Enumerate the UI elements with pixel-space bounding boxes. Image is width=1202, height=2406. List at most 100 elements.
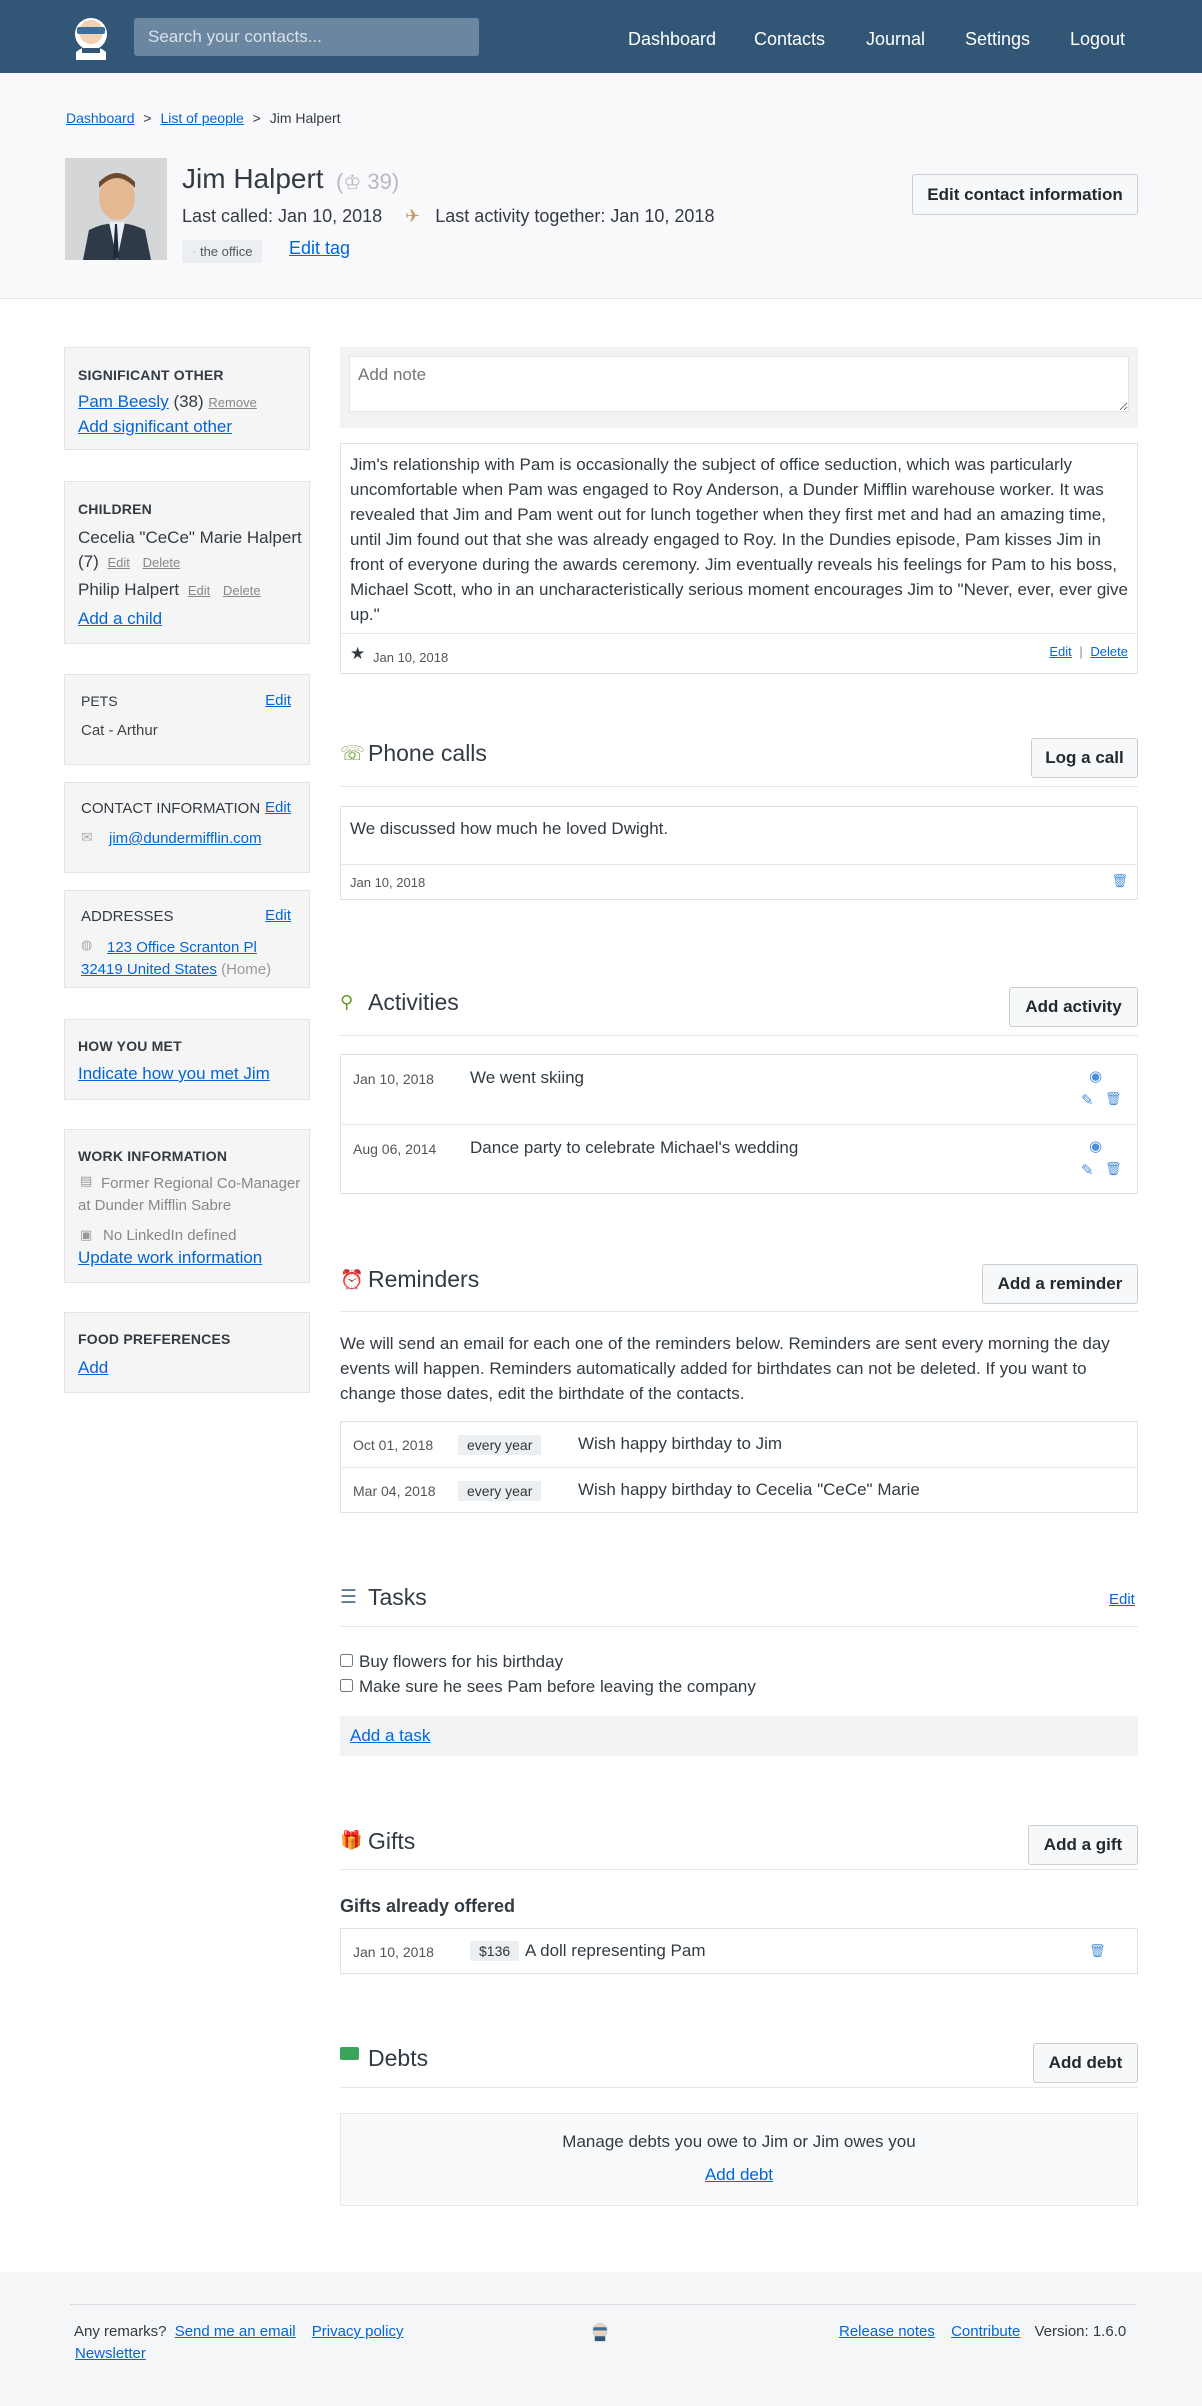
gift-date: Jan 10, 2018 [353,1944,434,1960]
plane-icon: ✈ [405,206,421,226]
delete-note-link[interactable]: Delete [1090,644,1128,659]
debts-empty-state: Manage debts you owe to Jim or Jim owes … [340,2113,1138,2206]
add-significant-other-link[interactable]: Add significant other [78,417,232,437]
add-child-link[interactable]: Add a child [78,609,162,629]
nav-dashboard[interactable]: Dashboard [628,29,716,50]
significant-other-link[interactable]: Pam Beesly [78,392,169,411]
breadcrumb-separator: > [143,110,152,126]
reminders-title: Reminders [368,1266,480,1292]
breadcrumb-current: Jim Halpert [269,110,341,126]
significant-other-title: SIGNIFICANT OTHER [78,367,224,383]
add-note-input[interactable] [349,356,1129,412]
monica-logo[interactable] [66,12,116,62]
last-called: Last called: Jan 10, 2018 ✈ Last activit… [182,206,715,226]
how-you-met-title: HOW YOU MET [78,1038,182,1054]
add-activity-button[interactable]: Add activity [1009,987,1138,1027]
edit-note-link[interactable]: Edit [1049,644,1071,659]
edit-icon[interactable]: ✎ [1081,1091,1094,1109]
log-call-button[interactable]: Log a call [1031,738,1138,778]
trash-icon[interactable]: 🗑 [1105,1161,1122,1177]
significant-other-box: SIGNIFICANT OTHER Pam Beesly (38) Remove… [64,347,310,450]
significant-other-age: (38) [173,392,204,411]
email-link[interactable]: jim@dundermifflin.com [109,830,262,847]
address-type: (Home) [221,961,272,978]
footer-privacy-link[interactable]: Privacy policy [312,2323,404,2340]
add-reminder-button[interactable]: Add a reminder [982,1264,1138,1304]
tag-badge[interactable]: · the office [182,240,263,263]
reminder-item: Mar 04, 2018 every year Wish happy birth… [341,1467,1137,1512]
footer-remarks: Any remarks? [74,2323,167,2340]
food-preferences-title: FOOD PREFERENCES [78,1331,231,1347]
edit-contact-button[interactable]: Edit contact information [912,174,1138,215]
star-icon[interactable]: ★ [350,644,365,664]
edit-pets-link[interactable]: Edit [265,692,291,709]
children-box: CHILDREN Cecelia "CeCe" Marie Halpert (7… [64,481,310,644]
linkedin-icon: ▣ [80,1227,93,1242]
contact-age: (♔ 39) [336,169,400,194]
breadcrumb-dashboard[interactable]: Dashboard [66,110,135,126]
delete-child[interactable]: Delete [143,555,181,570]
breadcrumb: Dashboard > List of people > Jim Halpert [66,110,341,126]
reminder-frequency: every year [458,1435,542,1455]
breadcrumb-list[interactable]: List of people [160,110,243,126]
activity-item: Aug 06, 2014 Dance party to celebrate Mi… [341,1124,1137,1193]
note-text: Jim's relationship with Pam is occasiona… [350,455,1128,624]
eye-icon[interactable]: ◉ [1089,1067,1102,1085]
task-text: Buy flowers for his birthday [359,1652,564,1671]
search-input[interactable] [134,18,479,56]
footer-newsletter-link[interactable]: Newsletter [75,2345,146,2362]
activity-date: Aug 06, 2014 [353,1141,437,1157]
activity-date: Jan 10, 2018 [353,1071,434,1087]
nav-logout[interactable]: Logout [1070,29,1125,50]
children-title: CHILDREN [78,501,152,517]
nav-contacts[interactable]: Contacts [754,29,825,50]
debts-title: Debts [368,2045,429,2071]
task-item: Make sure he sees Pam before leaving the… [340,1677,756,1697]
food-preferences-box: FOOD PREFERENCES Add [64,1312,310,1393]
gift-text: A doll representing Pam [525,1941,706,1960]
trash-icon[interactable]: 🗑 [1111,873,1128,889]
task-item: Buy flowers for his birthday [340,1652,563,1672]
add-gift-button[interactable]: Add a gift [1028,1825,1138,1865]
eye-icon[interactable]: ◉ [1089,1137,1102,1155]
reminder-text: Wish happy birthday to Cecelia "CeCe" Ma… [578,1480,920,1499]
reminder-date: Oct 01, 2018 [353,1437,434,1453]
edit-tag-link[interactable]: Edit tag [289,238,350,259]
trash-icon[interactable]: 🗑 [1105,1091,1122,1107]
release-notes-link[interactable]: Release notes [839,2323,935,2340]
delete-child[interactable]: Delete [223,583,261,598]
task-checkbox[interactable] [340,1679,353,1692]
linkedin-status: No LinkedIn defined [103,1227,237,1244]
gift-icon: 🎁 [340,1830,363,1850]
edit-contact-info-link[interactable]: Edit [265,799,291,816]
list-icon: ☰ [340,1587,358,1608]
edit-icon[interactable]: ✎ [1081,1161,1094,1179]
reminder-item: Oct 01, 2018 every year Wish happy birth… [341,1422,1137,1467]
avatar [65,158,167,260]
nav-settings[interactable]: Settings [965,29,1030,50]
add-debt-button[interactable]: Add debt [1033,2043,1138,2083]
add-food-preferences-link[interactable]: Add [78,1358,108,1378]
nav-journal[interactable]: Journal [866,29,925,50]
edit-tasks-link[interactable]: Edit [1109,1591,1135,1608]
edit-child[interactable]: Edit [188,583,210,598]
debts-message: Manage debts you owe to Jim or Jim owes … [562,2132,916,2151]
add-debt-link[interactable]: Add debt [341,2165,1137,2185]
add-note-area [340,347,1138,428]
contact-info-title: CONTACT INFORMATION [81,800,261,817]
job-title: Former Regional Co-Manager at Dunder Mif… [78,1175,301,1214]
add-task-bar: Add a task [340,1716,1138,1756]
contribute-link[interactable]: Contribute [951,2323,1020,2340]
update-work-link[interactable]: Update work information [78,1248,262,1268]
edit-addresses-link[interactable]: Edit [265,907,291,924]
contact-info-box: CONTACT INFORMATION Edit ✉ jim@dundermif… [64,782,310,873]
alarm-clock-icon: ⏰ [340,1270,364,1291]
remove-significant-other[interactable]: Remove [208,395,256,410]
task-checkbox[interactable] [340,1654,353,1667]
add-task-link[interactable]: Add a task [350,1726,430,1746]
trash-icon[interactable]: 🗑 [1089,1943,1106,1959]
footer-email-link[interactable]: Send me an email [175,2323,296,2340]
note-card: Jim's relationship with Pam is occasiona… [340,443,1138,674]
edit-child[interactable]: Edit [108,555,130,570]
how-you-met-link[interactable]: Indicate how you met Jim [78,1064,270,1084]
